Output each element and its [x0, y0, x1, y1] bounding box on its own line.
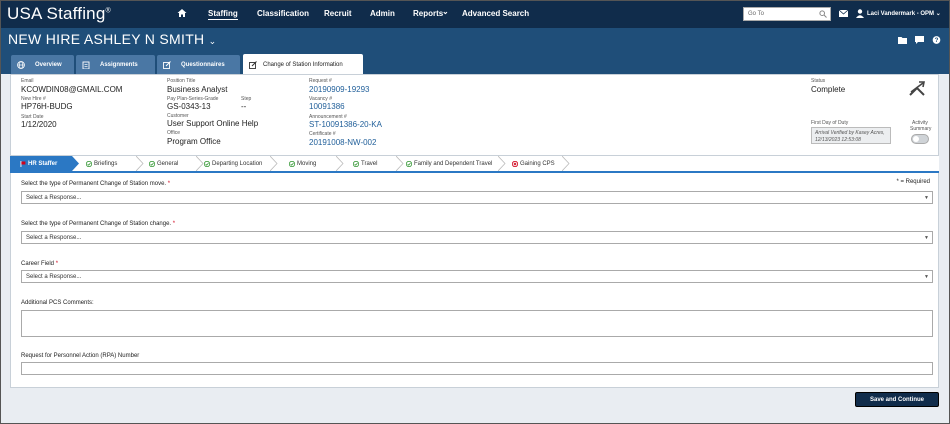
- tab-questionnaires[interactable]: Questionnaires: [157, 55, 240, 74]
- mail-icon[interactable]: [839, 10, 848, 17]
- usa-staffing-logo[interactable]: USA Staffing®: [7, 4, 111, 24]
- nav-reports[interactable]: Reports: [413, 9, 443, 18]
- form-footer: Save and Continue: [10, 388, 939, 410]
- request-label: Request #: [309, 78, 332, 84]
- step-briefings[interactable]: Briefings: [86, 156, 117, 171]
- new-hire-summary: Email KCOWDIN08@GMAIL.COM New Hire # HP7…: [10, 74, 939, 156]
- error-icon: [512, 160, 518, 167]
- flag-icon: [20, 160, 26, 167]
- nav-classification[interactable]: Classification: [257, 9, 309, 18]
- announcement-link[interactable]: ST-10091386-20-KA: [309, 120, 382, 129]
- globe-icon: [17, 60, 25, 69]
- step-separator: [562, 156, 570, 171]
- check-icon: [289, 160, 295, 167]
- step-separator: [498, 156, 506, 171]
- step-departing-location[interactable]: Departing Location: [204, 156, 262, 171]
- customer-value: User Support Online Help: [167, 119, 259, 128]
- pcs-change-type-select[interactable]: Select a Response... ▼: [21, 231, 933, 244]
- step-separator: [72, 156, 79, 171]
- office-value: Program Office: [167, 137, 221, 146]
- check-icon: [149, 160, 155, 167]
- user-menu[interactable]: Laci Vandermark - OPM ⌄: [867, 10, 941, 17]
- pcs-move-type-select[interactable]: Select a Response... ▼: [21, 191, 933, 204]
- tab-assignments[interactable]: Assignments: [76, 55, 155, 74]
- chevron-down-icon[interactable]: ⌄: [442, 7, 449, 16]
- app-window: USA Staffing® Staffing Classification Re…: [0, 0, 950, 424]
- step-gaining-cps[interactable]: Gaining CPS: [512, 156, 555, 171]
- pcs-change-type-label: Select the type of Permanent Change of S…: [21, 221, 176, 227]
- goto-input[interactable]: Go To: [743, 7, 831, 21]
- first-day-label: First Day of Duty: [811, 120, 849, 126]
- step-separator: [336, 156, 344, 171]
- page-title[interactable]: NEW HIRE ASHLEY N SMITH ⌄: [8, 31, 217, 47]
- check-icon: [353, 160, 359, 167]
- caret-down-icon: ▼: [924, 195, 929, 201]
- email-value: KCOWDIN08@GMAIL.COM: [21, 85, 123, 94]
- edit-icon: [249, 60, 257, 69]
- goto-placeholder: Go To: [748, 11, 764, 17]
- nav-admin[interactable]: Admin: [370, 9, 395, 18]
- svg-text:?: ?: [935, 37, 939, 44]
- top-navigation: USA Staffing® Staffing Classification Re…: [1, 1, 949, 28]
- caret-down-icon: ▼: [924, 274, 929, 280]
- folder-icon[interactable]: [898, 36, 907, 44]
- new-hire-value: HP76H-BUDG: [21, 102, 73, 111]
- additional-comments-label: Additional PCS Comments:: [21, 300, 94, 306]
- first-day-of-duty-note: Arrival Verified by Kasey Acres, 12/13/2…: [811, 127, 891, 144]
- required-note: * = Required: [896, 179, 930, 185]
- step-value: --: [241, 102, 247, 111]
- certificate-label: Certificate #: [309, 131, 336, 137]
- email-label: Email: [21, 78, 34, 84]
- certificate-link[interactable]: 20191008-NW-002: [309, 138, 376, 147]
- additional-comments-textarea[interactable]: [21, 310, 933, 337]
- activity-summary-toggle[interactable]: [911, 134, 929, 144]
- step-separator: [396, 156, 404, 171]
- tab-overview[interactable]: Overview: [11, 55, 74, 74]
- request-link[interactable]: 20190909-19293: [309, 85, 370, 94]
- home-icon[interactable]: [177, 8, 187, 18]
- clipboard-icon: [82, 61, 90, 69]
- check-icon: [406, 160, 412, 167]
- nav-recruit[interactable]: Recruit: [324, 9, 352, 18]
- step-separator: [196, 156, 204, 171]
- step-general[interactable]: General: [149, 156, 178, 171]
- caret-down-icon: ▼: [924, 235, 929, 241]
- tab-change-of-station[interactable]: Change of Station Information: [243, 54, 363, 75]
- step-hr-staffer[interactable]: HR Staffer: [10, 156, 72, 171]
- position-title-label: Position Title: [167, 78, 196, 84]
- step-travel[interactable]: Travel: [353, 156, 377, 171]
- nav-staffing[interactable]: Staffing: [208, 9, 238, 20]
- step-moving[interactable]: Moving: [289, 156, 316, 171]
- move-arrows-icon: [909, 81, 925, 96]
- comment-icon[interactable]: [915, 36, 924, 44]
- check-icon: [86, 160, 92, 167]
- step-progress-bar: HR Staffer Briefings General Departing L…: [10, 156, 939, 173]
- pay-plan-value: GS-0343-13: [167, 102, 211, 111]
- career-field-label: Career Field *: [21, 261, 59, 267]
- search-icon[interactable]: [819, 10, 827, 18]
- change-of-station-form: * = Required Select the type of Permanen…: [10, 173, 939, 388]
- check-icon: [204, 160, 210, 167]
- pcs-move-type-label: Select the type of Permanent Change of S…: [21, 181, 171, 187]
- office-label: Office: [167, 130, 180, 136]
- vacancy-link[interactable]: 10091386: [309, 102, 345, 111]
- step-separator: [136, 156, 144, 171]
- chevron-down-icon: ⌄: [208, 36, 217, 46]
- chevron-down-icon: ⌄: [935, 11, 941, 17]
- status-value: Complete: [811, 85, 846, 94]
- save-and-continue-button[interactable]: Save and Continue: [855, 392, 939, 407]
- career-field-select[interactable]: Select a Response... ▼: [21, 270, 933, 283]
- step-separator: [270, 156, 278, 171]
- activity-summary-label-2: Summary: [910, 126, 932, 132]
- status-label: Status: [811, 78, 826, 84]
- step-family-dependent-travel[interactable]: Family and Dependent Travel: [406, 156, 492, 171]
- rpa-number-input[interactable]: [21, 362, 933, 375]
- user-icon[interactable]: [856, 9, 864, 18]
- help-icon[interactable]: ?: [932, 36, 941, 44]
- edit-icon: [163, 60, 171, 69]
- rpa-number-label: Request for Personnel Action (RPA) Numbe…: [21, 353, 140, 359]
- position-title-value: Business Analyst: [167, 85, 228, 94]
- start-date-value: 1/12/2020: [21, 120, 57, 129]
- nav-advanced-search[interactable]: Advanced Search: [462, 9, 529, 18]
